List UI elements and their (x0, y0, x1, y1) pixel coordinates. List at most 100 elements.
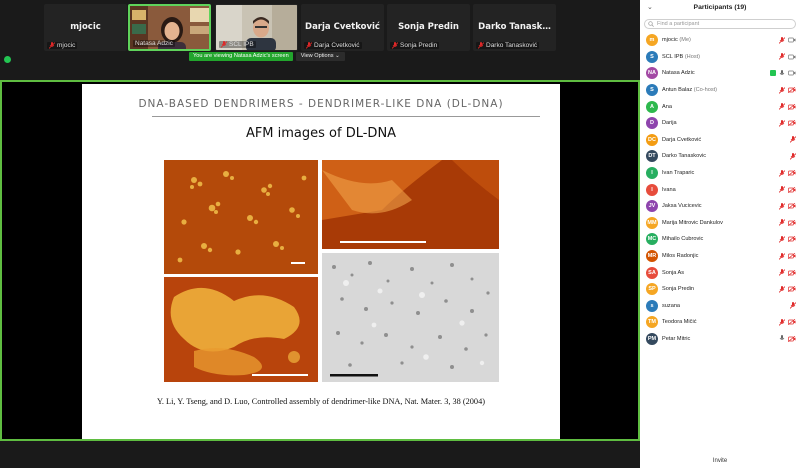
participant-row[interactable]: m mjocic (Me) (640, 32, 800, 49)
afm-image-1 (164, 160, 318, 274)
participant-row[interactable]: PM Petar Mitric (640, 331, 800, 348)
participant-row[interactable]: TM Teodora Mičić (640, 314, 800, 331)
mic-muted-icon (790, 152, 796, 160)
video-off-icon (788, 120, 796, 127)
participant-status-icons (779, 169, 796, 177)
participant-status-icons (779, 36, 796, 44)
video-icon (788, 37, 796, 43)
participant-name-text: Antun Balaz (662, 87, 693, 94)
participant-name: Mihailo Cubrovic (662, 236, 703, 242)
participant-row[interactable]: D Darija (640, 115, 800, 132)
participant-name: Sonja As (662, 270, 684, 276)
avatar: I (646, 183, 658, 196)
mic-muted-icon (779, 36, 785, 44)
avatar: NA (646, 67, 658, 80)
participant-row[interactable]: MM Marija Mitrovic Dankulov (640, 215, 800, 232)
video-tile-mjocic[interactable]: mjocic mjocic (44, 4, 127, 51)
video-off-icon (788, 319, 796, 326)
video-tile-darko-tanaskovic[interactable]: Darko Tanask… Darko Tanasković (473, 4, 556, 51)
viewing-screen-label: You are viewing Natasa Adzic's screen (189, 52, 293, 61)
participant-row[interactable]: S SCL IPB (Host) (640, 49, 800, 66)
mic-icon (779, 335, 785, 341)
participant-name: Darija (662, 120, 677, 126)
participant-row[interactable]: DT Darko Tanaskovic (640, 148, 800, 165)
participant-name: suzana (662, 303, 680, 309)
video-tile-scl-ipb[interactable]: SCL IPB (215, 4, 298, 51)
avatar: DT (646, 150, 658, 163)
participant-name: Darja Cvetković (662, 137, 701, 143)
participant-role: (Host) (684, 53, 701, 60)
tile-label: Natasa Adzic (133, 40, 175, 47)
participants-panel-title: Participants (19) (693, 4, 747, 11)
slide-reference: Y. Li, Y. Tseng, and D. Luo, Controlled … (156, 397, 485, 406)
participant-role: (Co-host) (693, 87, 718, 94)
participant-row[interactable]: I Ivan Traparic (640, 165, 800, 182)
participant-row[interactable]: DC Darja Cvetković (640, 132, 800, 149)
video-icon (788, 71, 796, 76)
video-tile-darja-cvetkovic[interactable]: Darja Cvetković Darja Cvetković (301, 4, 384, 51)
participant-name-text: Teodora Mičić (662, 319, 697, 326)
avatar: PM (646, 332, 658, 345)
tile-display-name: Sonja Predin (398, 22, 459, 32)
tile-label-text: Sonja Predin (400, 42, 438, 49)
afm-image-2 (322, 160, 499, 249)
participant-name: Antun Balaz (Co-host) (662, 87, 717, 93)
encryption-shield-icon[interactable] (4, 56, 11, 63)
search-placeholder: Find a participant (657, 21, 700, 27)
mic-muted-icon (779, 103, 785, 110)
participant-row[interactable]: SA Sonja As (640, 264, 800, 281)
participant-row[interactable]: SP Sonja Predin (640, 281, 800, 298)
participant-name-text: mjocic (662, 37, 678, 44)
mic-muted-icon (779, 252, 785, 260)
participant-row[interactable]: MC Mihailo Cubrovic (640, 231, 800, 248)
search-icon (648, 21, 654, 27)
participant-status-icons (779, 335, 796, 342)
tile-label: mjocic (47, 42, 78, 49)
shared-screen: DNA-BASED DENDRIMERS - DENDRIMER-LIKE DN… (0, 80, 640, 441)
tile-display-name: mjocic (70, 22, 101, 32)
participant-status-icons (779, 202, 796, 210)
participant-status-icons (779, 186, 796, 193)
tile-label-text: Natasa Adzic (135, 40, 173, 47)
mic-muted-icon (779, 169, 785, 177)
participant-name: Natasa Adzic (662, 70, 695, 76)
participant-name-text: Jaksa Vucicevic (662, 203, 702, 210)
mic-muted-icon (779, 186, 785, 193)
participant-row[interactable]: s suzana (640, 298, 800, 315)
participant-row[interactable]: JV Jaksa Vucicevic (640, 198, 800, 215)
participant-row[interactable]: I Ivana (640, 181, 800, 198)
participant-row[interactable]: MR Milos Radonjic (640, 248, 800, 265)
participant-status-icons (790, 152, 796, 160)
video-off-icon (788, 170, 796, 177)
avatar: SP (646, 283, 658, 296)
participant-row[interactable]: S Antun Balaz (Co-host) (640, 82, 800, 99)
chevron-down-icon: ⌄ (335, 53, 340, 59)
participant-status-icons (779, 86, 796, 94)
participant-name-text: Natasa Adzic (662, 70, 695, 77)
video-tile-natasa-adzic[interactable]: Natasa Adzic (128, 4, 211, 51)
mic-muted-icon (779, 86, 785, 94)
video-off-icon (788, 103, 796, 110)
slide-header-divider (152, 116, 540, 117)
participant-name-text: Darko Tanaskovic (662, 153, 707, 160)
avatar: A (646, 100, 658, 113)
participant-name: Milos Radonjic (662, 253, 698, 259)
tile-label-text: SCL IPB (229, 41, 254, 48)
tile-label: Darko Tanasković (476, 42, 540, 49)
tile-display-name: Darko Tanask… (478, 22, 551, 32)
participant-name: Teodora Mičić (662, 319, 697, 325)
avatar: TM (646, 316, 658, 329)
mic-muted-icon (49, 42, 55, 49)
afm-image-3 (164, 277, 318, 382)
participant-status-icons (790, 136, 796, 144)
view-options-button[interactable]: View Options ⌄ (295, 52, 345, 61)
invite-button[interactable]: Invite (640, 458, 800, 464)
logo-avatar-icon: S (646, 84, 658, 97)
video-tile-sonja-predin[interactable]: Sonja Predin Sonja Predin (387, 4, 470, 51)
participant-row[interactable]: NA Natasa Adzic (640, 65, 800, 82)
participant-search-input[interactable]: Find a participant (644, 19, 796, 29)
participant-row[interactable]: A Ana (640, 98, 800, 115)
tile-label-text: Darko Tanasković (486, 42, 538, 49)
presentation-slide: DNA-BASED DENDRIMERS - DENDRIMER-LIKE DN… (82, 84, 560, 439)
mic-muted-icon (779, 53, 785, 61)
